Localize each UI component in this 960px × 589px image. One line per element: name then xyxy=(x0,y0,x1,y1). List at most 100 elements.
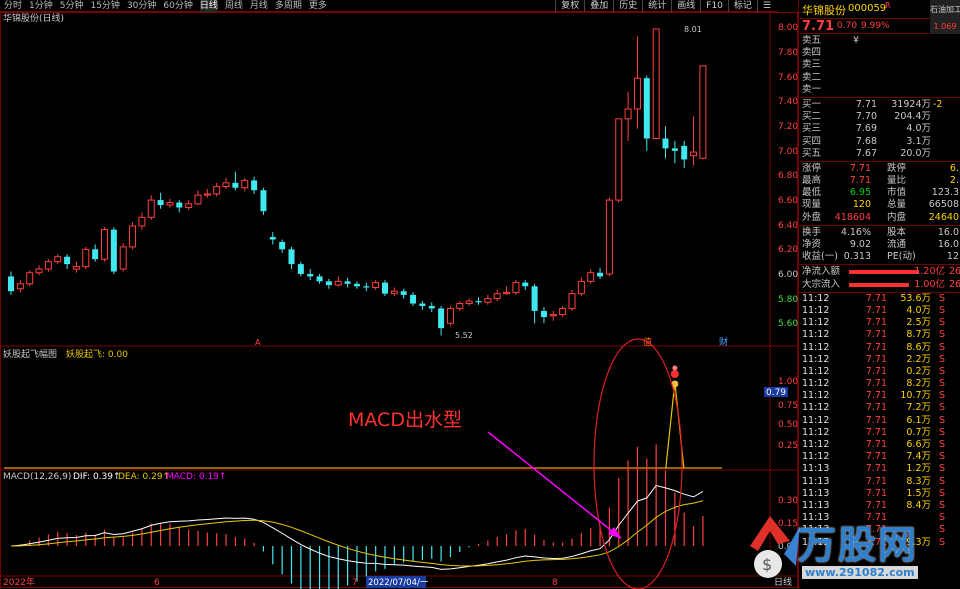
bottom-tab-daily: 日线 xyxy=(774,576,792,588)
candle-body-down xyxy=(8,276,14,292)
f10-button[interactable]: F10 xyxy=(700,0,728,12)
candle-body-up xyxy=(493,293,501,300)
candle-body-up xyxy=(577,280,585,295)
candle-body-up xyxy=(615,118,623,201)
candle-body-down xyxy=(157,200,164,206)
candle-body-up xyxy=(213,186,221,195)
stock-name: 华锦股份 xyxy=(802,4,846,17)
flow-row: 大宗流入 1.00亿 26 xyxy=(802,278,960,290)
chart-frame xyxy=(0,12,798,588)
sector-tag[interactable]: 石油加工 xyxy=(930,0,960,19)
low-price-label: 5.52 xyxy=(455,331,473,340)
draw-line-button[interactable]: 画线 xyxy=(671,0,700,12)
period-toolbar: 分时 1分钟 5分钟 15分钟 30分钟 60分钟 日线 周线 月线 多周期 更… xyxy=(0,0,778,12)
candle-body-down xyxy=(363,286,370,288)
price-tick-label: 5.80 xyxy=(778,295,798,305)
high-price-label: 8.01 xyxy=(684,25,702,34)
candle-body-up xyxy=(35,268,43,274)
candle-body-down xyxy=(671,148,678,151)
history-button[interactable]: 历史 xyxy=(613,0,642,12)
tab-period-30min[interactable]: 30分钟 xyxy=(127,0,156,12)
date-tick-label: 7 xyxy=(352,578,358,588)
candle-body-down xyxy=(428,305,435,309)
macd-annotation-text: MACD出水型 xyxy=(348,409,462,431)
buy-level-row: 买四 7.68 3.1万 xyxy=(802,135,931,147)
tab-period-multi[interactable]: 多周期 xyxy=(275,0,302,12)
buy-level-row: 买一 7.71 31924万 -2 xyxy=(802,98,943,110)
date-tick-label: 8 xyxy=(552,578,558,588)
candle-body-down xyxy=(260,190,267,212)
candle-body-down xyxy=(92,249,99,260)
main-chart-title: 华锦股份(日线) xyxy=(3,12,64,24)
date-tick-label: 2022年 xyxy=(3,576,35,588)
indicator-title: 妖股起飞幅图 xyxy=(3,348,57,360)
tick-row: 11:13 7.71 9.3万 S xyxy=(802,536,946,548)
menu-icon[interactable]: ☰ xyxy=(756,0,776,12)
tick-row: 11:12 7.71 2.5万 S xyxy=(802,317,946,329)
mark-button[interactable]: 标记 xyxy=(727,0,757,12)
overlay-button[interactable]: 叠加 xyxy=(584,0,613,12)
tick-row: 11:13 7.71 S xyxy=(802,512,946,524)
stock-code-tag: R xyxy=(885,1,891,10)
candle-body-down xyxy=(176,202,183,208)
tab-period-more[interactable]: 更多 xyxy=(309,0,327,12)
tab-period-60min[interactable]: 60分钟 xyxy=(163,0,192,12)
chart-tools: 复权 叠加 历史 统计 画线 F10 标记 ☰ xyxy=(555,0,776,12)
restore-rights-button[interactable]: 复权 xyxy=(555,0,584,12)
price-tick-label: 6.60 xyxy=(778,196,798,206)
tab-period-daily[interactable]: 日线 xyxy=(199,0,218,12)
candle-body-up xyxy=(549,314,557,317)
candle-body-down xyxy=(297,264,304,274)
price-tick-label: 6.40 xyxy=(778,221,798,231)
macd-value-label: MACD: 0.19↑ xyxy=(166,472,226,482)
candle-body-down xyxy=(316,276,323,282)
candle-body-down xyxy=(251,180,258,191)
candle-body-up xyxy=(194,194,202,205)
candle-body-up xyxy=(138,216,146,227)
tab-period-fenshi[interactable]: 分时 xyxy=(4,0,22,12)
kline-chart[interactable]: 华锦股份(日线) 妖股起飞幅图 妖股起飞: 0.00 MACD(12,26,9)… xyxy=(0,12,798,589)
candle-body-up xyxy=(568,293,576,309)
tab-period-monthly[interactable]: 月线 xyxy=(250,0,268,12)
candle-body-down xyxy=(438,308,445,329)
tab-period-1min[interactable]: 1分钟 xyxy=(29,0,53,12)
candle-body-up xyxy=(101,229,108,260)
flow-row: 净流入额 1.20亿 26 xyxy=(802,266,960,278)
candle-body-down xyxy=(410,294,417,304)
candle-body-up xyxy=(54,256,62,263)
candle-body-up xyxy=(147,199,155,218)
tick-row: 11:12 7.71 8.7万 S xyxy=(802,329,946,341)
date-cursor-label: 2022/07/04/一 xyxy=(368,578,429,588)
tick-row: 11:12 7.71 7.4万 S xyxy=(802,451,946,463)
tab-period-15min[interactable]: 15分钟 xyxy=(90,0,119,12)
candle-body-down xyxy=(540,310,547,318)
tick-list[interactable]: 11:12 7.71 53.6万 S 11:12 7.71 4.0万 S 11:12 7.71 2.… xyxy=(799,293,960,549)
period-tabs: 分时 1分钟 5分钟 15分钟 30分钟 60分钟 日线 周线 月线 多周期 更… xyxy=(4,0,334,12)
tab-period-5min[interactable]: 5分钟 xyxy=(60,0,84,12)
price-tick-label: 7.60 xyxy=(778,73,798,83)
candle-body-up xyxy=(72,266,80,270)
candle-body-up xyxy=(512,282,520,293)
buy-book: 买一 7.71 31924万 -2 买二 7.70 204.4万 买三 7.69 4.0万 买… xyxy=(799,98,960,162)
chart-area[interactable]: 华锦股份(日线) 妖股起飞幅图 妖股起飞: 0.00 MACD(12,26,9)… xyxy=(0,12,798,589)
stock-code: 000059 xyxy=(848,3,887,14)
price-tick-label: 6.20 xyxy=(778,245,798,255)
capital-flow-block: 净流入额 1.20亿 26 大宗流入 1.00亿 26 xyxy=(799,265,960,293)
candle-body-down xyxy=(307,273,314,277)
statistics-button[interactable]: 统计 xyxy=(642,0,671,12)
tab-period-weekly[interactable]: 周线 xyxy=(225,0,243,12)
tick-row: 11:13 7.71 S xyxy=(802,524,946,536)
fund-row: 收益(一) 0.313 PE(动) 12 xyxy=(802,251,959,263)
tick-row: 11:12 7.71 0.7万 S xyxy=(802,426,946,438)
tick-row: 11:12 7.71 53.6万 S xyxy=(802,292,946,304)
indicator-signal-dot xyxy=(670,370,679,378)
candle-body-down xyxy=(531,286,538,311)
candle-body-up xyxy=(559,307,567,316)
tick-row: 11:13 7.71 8.3万 S xyxy=(802,475,946,487)
indicator-tick-label: 0.25 xyxy=(778,441,798,451)
quote-panel: 华锦股份 000059 R 石油加工 7.71 0.70 9.99% 1.069… xyxy=(798,0,960,589)
candle-body-up xyxy=(334,280,342,286)
sector-change-tag: 1.069 xyxy=(930,19,960,34)
candle-body-up xyxy=(390,290,398,295)
sell-level-row: 卖一 xyxy=(802,83,822,95)
